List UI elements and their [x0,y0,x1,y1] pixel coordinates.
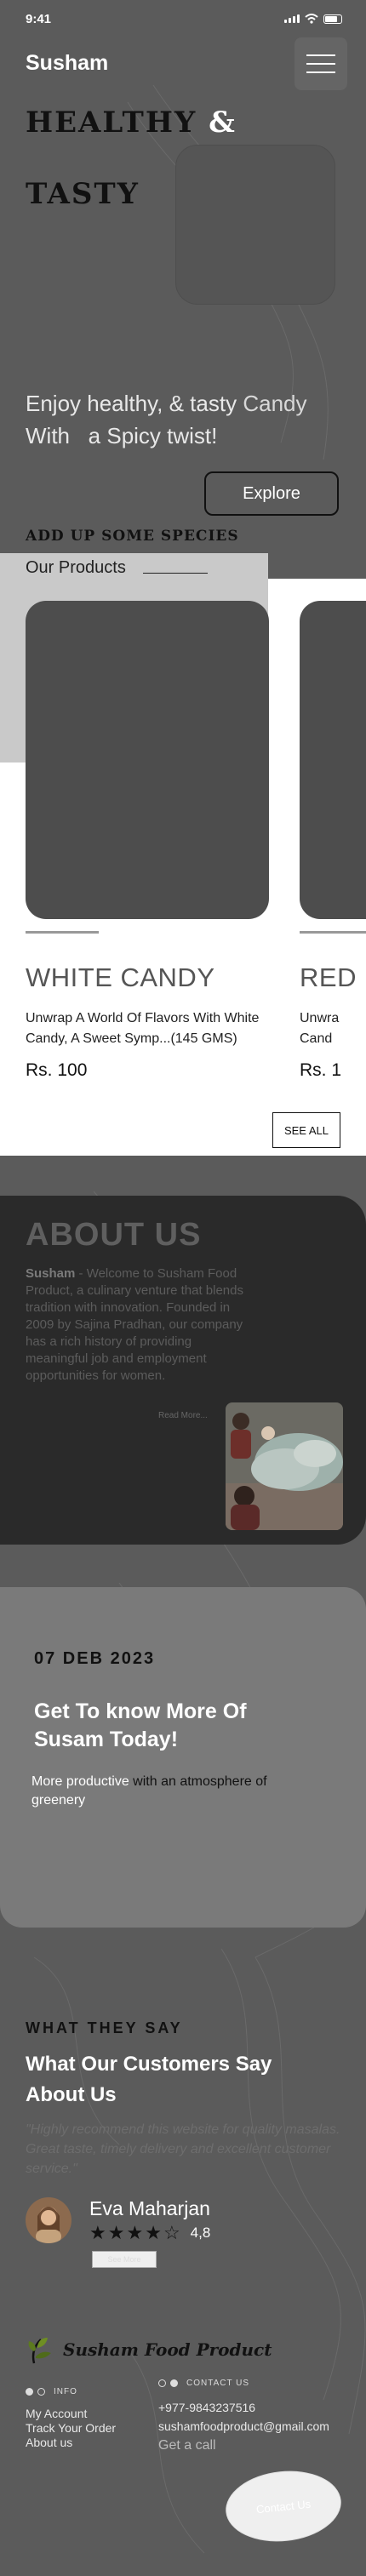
star-filled-icon: ★ [107,2222,125,2243]
hero-image [175,145,335,305]
status-time: 9:41 [26,12,52,26]
product-description: Unwra Cand [300,1011,340,1046]
see-more-button[interactable]: See More [92,2251,157,2268]
footer-phone[interactable]: +977-9843237516 [158,2398,329,2417]
dot-icon [170,2379,178,2387]
footer-email[interactable]: sushamfoodproduct@gmail.com [158,2417,329,2436]
rating-value: 4,8 [190,2225,211,2241]
testimonial-quote: "Highly recommend this website for quali… [26,2122,340,2176]
footer-info-label: INFO [54,2387,77,2396]
about-photo [226,1402,343,1530]
contact-us-label: Contact Us [255,2497,312,2516]
avatar [26,2197,71,2243]
read-more-link[interactable]: Read More... [158,1411,208,1420]
product-card-rule [300,931,366,934]
battery-icon [323,14,342,24]
customer-name: Eva Maharjan [89,2197,210,2219]
product-price: Rs. 100 [26,1060,88,1080]
about-text: Susham - Welcome to Susham Food Product,… [26,1266,243,1383]
signal-icon [284,14,300,23]
product-image [300,601,366,919]
products-title: Our Products [26,558,126,577]
event-card [0,1587,366,1928]
brand-logo[interactable]: Susham [26,51,108,76]
product-description: Unwrap A World Of Flavors With White Can… [26,1011,260,1046]
footer-links: My Account Track Your Order About us [26,2407,116,2450]
see-all-button[interactable]: SEE ALL [272,1112,340,1148]
hamburger-menu-button[interactable] [295,37,347,90]
product-image [26,601,269,919]
dot-icon [158,2379,166,2387]
star-filled-icon: ★ [89,2222,106,2243]
product-price: Rs. 1 [300,1060,342,1080]
hero-headline-2: TASTY [26,177,140,211]
footer-link-about[interactable]: About us [26,2436,116,2450]
footer-contact-header: CONTACT US [158,2379,249,2388]
product-name: RED [300,962,357,992]
wifi-icon [305,14,318,24]
footer-contact-details: +977-9843237516 sushamfoodproduct@gmail.… [158,2398,329,2436]
footer-contact-label: CONTACT US [186,2379,250,2388]
star-empty-icon: ☆ [163,2222,180,2243]
event-date: 07 DEB 2023 [34,1649,156,1668]
hero-tagline: Enjoy healthy, & tasty Candy With a Spic… [26,391,307,448]
testimonials-eyebrow: WHAT THEY SAY [26,2019,183,2036]
hero-headline-1: HEALTHY & [26,106,237,140]
product-name: WHITE CANDY [26,962,215,992]
footer-info-header: INFO [26,2387,77,2396]
star-filled-icon: ★ [145,2222,162,2243]
testimonials-heading: What Our Customers Say About Us [26,2053,272,2106]
dot-icon [37,2388,45,2396]
footer-logo[interactable]: Susham Food Product [26,2334,272,2365]
get-a-call-link[interactable]: Get a call [158,2438,216,2453]
products-title-rule [143,573,208,574]
status-icons [284,14,342,24]
footer-link-my-account[interactable]: My Account [26,2407,116,2421]
about-title: ABOUT US [26,1217,202,1253]
event-heading: Get To know More Of Susam Today! [34,1699,247,1751]
menu-line-icon [306,71,335,73]
star-rating: ★ ★ ★ ★ ☆ 4,8 [89,2222,210,2244]
product-card[interactable]: WHITE CANDY Unwrap A World Of Flavors Wi… [26,601,300,1081]
footer-logo-text: Susham Food Product [63,2339,272,2360]
star-filled-icon: ★ [126,2222,144,2243]
menu-line-icon [306,54,335,56]
species-heading: ADD UP SOME SPECIES [26,528,239,545]
dot-icon [26,2388,33,2396]
footer-link-track-order[interactable]: Track Your Order [26,2421,116,2436]
event-subtext: More productive with an atmosphere of gr… [31,1774,267,1808]
product-card-rule [26,931,99,934]
menu-line-icon [306,63,335,65]
product-card[interactable]: RED Unwra Cand Rs. 1 [300,579,366,1106]
explore-button[interactable]: Explore [204,471,339,516]
contact-us-button[interactable]: Contact Us [222,2465,345,2547]
leaf-logo-icon [28,2338,51,2364]
